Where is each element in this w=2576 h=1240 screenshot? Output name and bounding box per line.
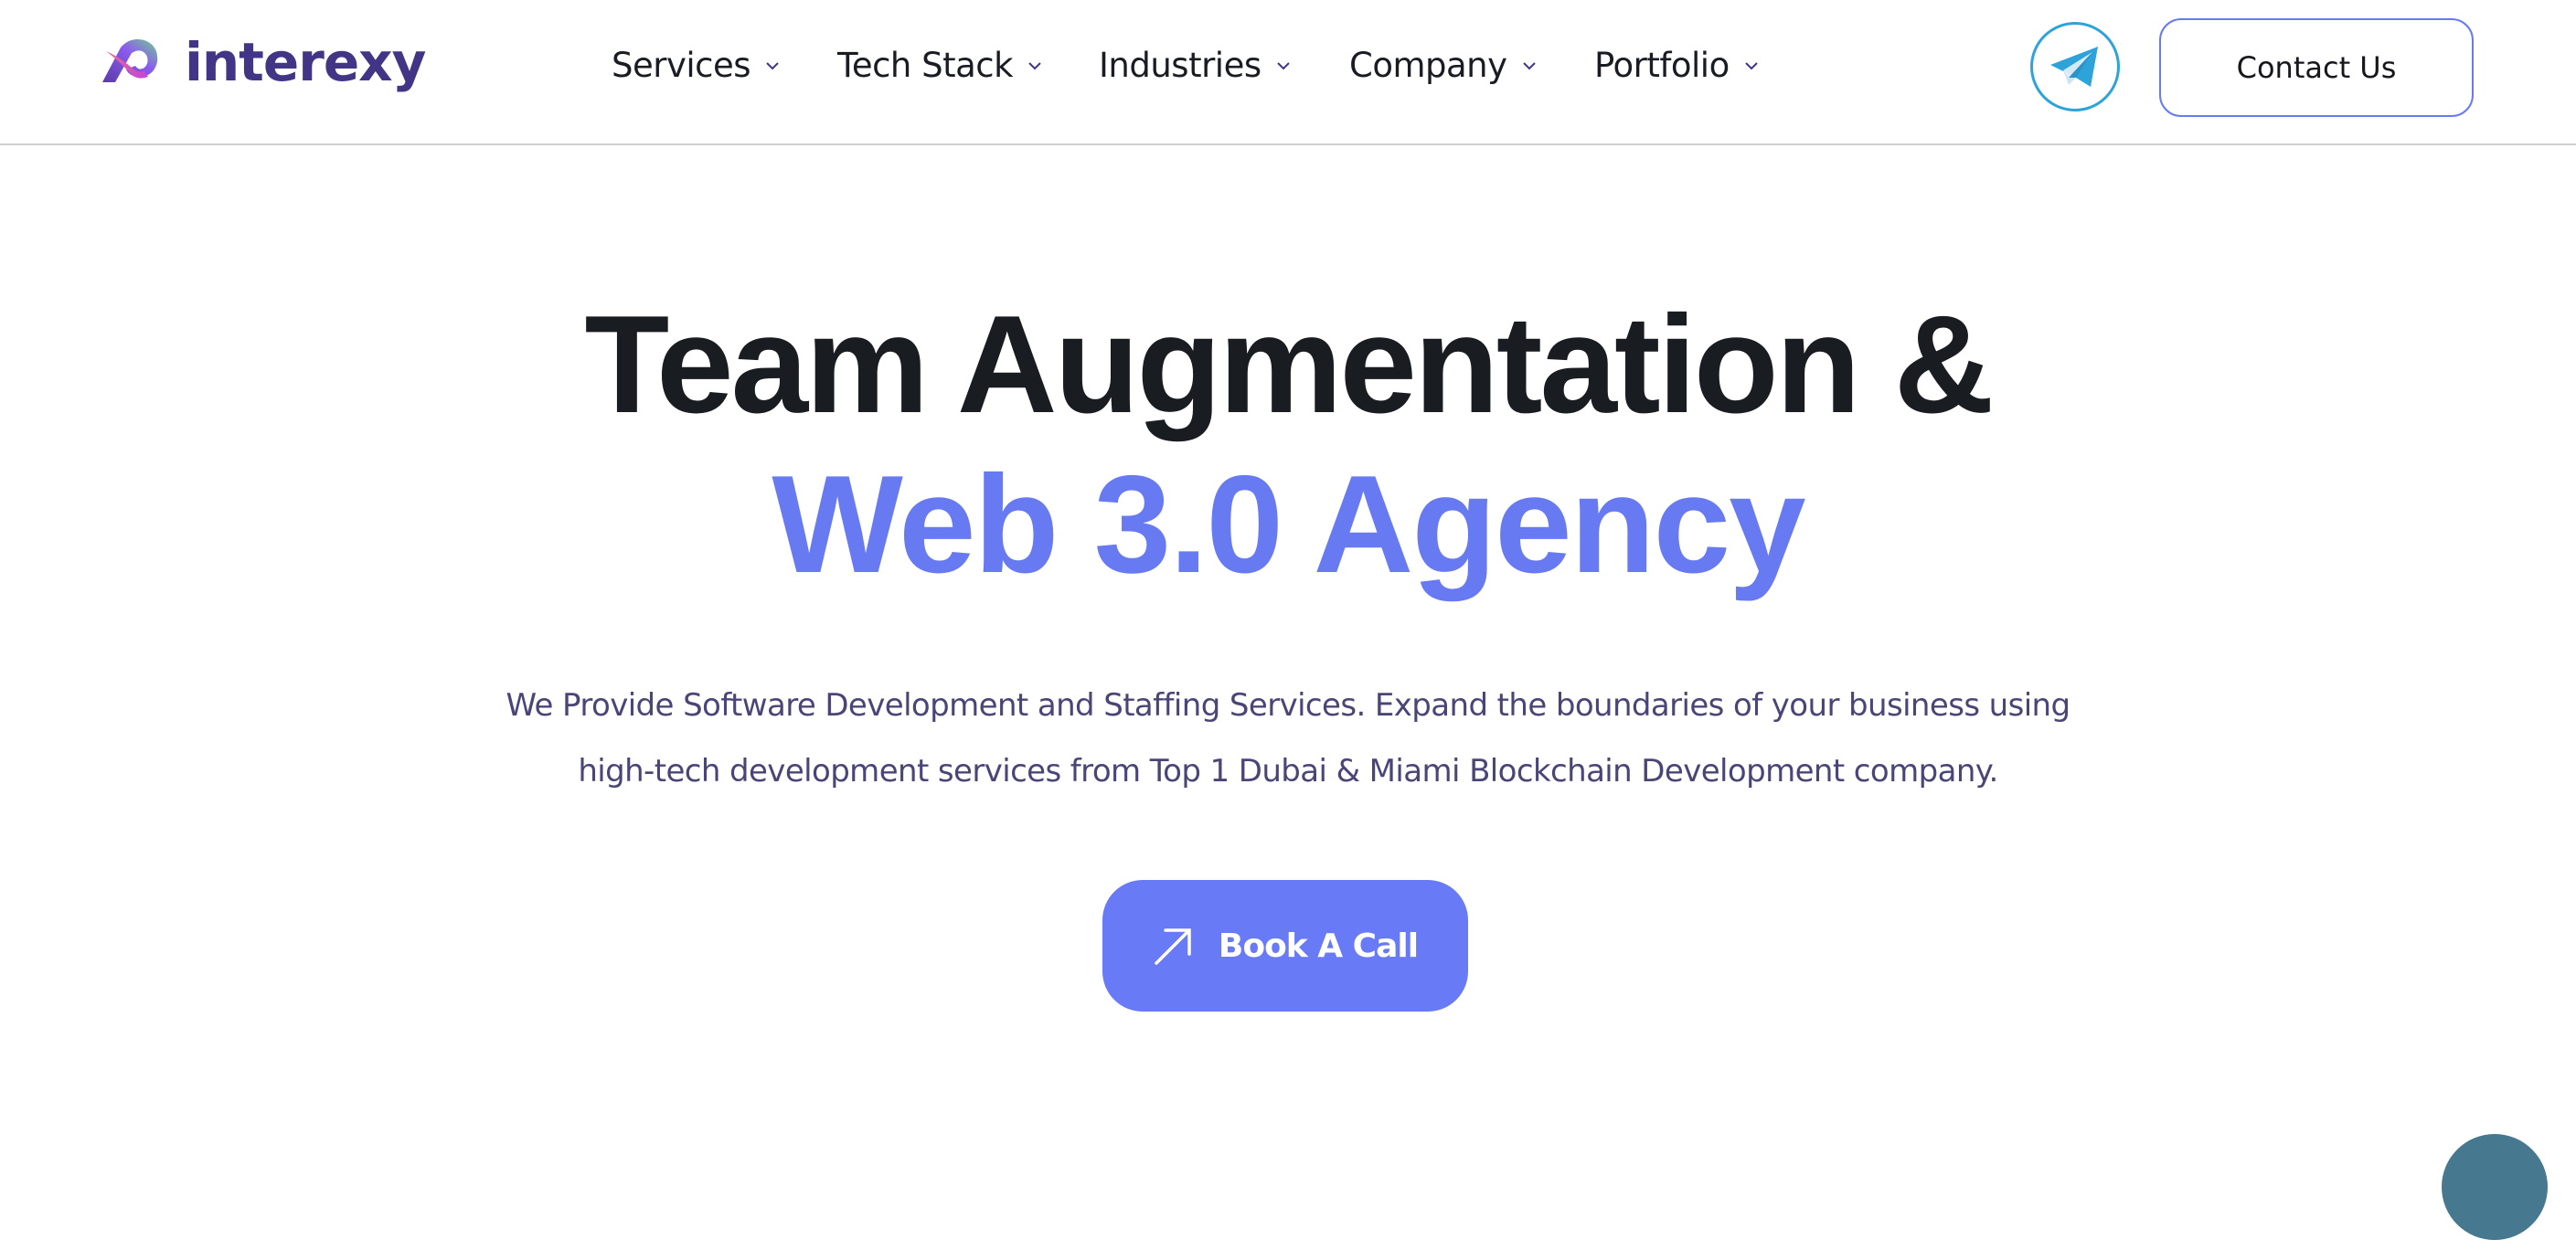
nav-label: Company	[1349, 46, 1507, 85]
contact-us-button[interactable]: Contact Us	[2159, 18, 2474, 117]
nav-label: Industries	[1099, 46, 1261, 85]
nav-item-industries[interactable]: Industries	[1099, 46, 1291, 85]
telegram-button[interactable]	[2030, 22, 2120, 111]
hero-description-line1: We Provide Software Development and Staf…	[506, 687, 2071, 724]
logo-text: interexy	[185, 31, 426, 93]
nav-label: Tech Stack	[837, 46, 1014, 85]
chevron-down-icon	[1276, 61, 1290, 69]
chat-widget-button[interactable]	[2442, 1134, 2548, 1240]
hero-title-line2: Web 3.0 Agency	[772, 447, 1805, 602]
nav-item-company[interactable]: Company	[1349, 46, 1537, 85]
chevron-down-icon	[1745, 61, 1758, 69]
book-a-call-button[interactable]: Book A Call	[1102, 880, 1468, 1012]
logo[interactable]: interexy	[99, 31, 426, 93]
nav-item-portfolio[interactable]: Portfolio	[1594, 46, 1759, 85]
telegram-icon	[2050, 47, 2098, 87]
nav-label: Services	[612, 46, 751, 85]
nav-label: Portfolio	[1594, 46, 1730, 85]
arrow-up-right-icon	[1155, 928, 1191, 965]
chevron-down-icon	[1522, 61, 1536, 69]
site-header: interexy Services Tech Stack Industries …	[0, 0, 2576, 145]
hero-title-line1: Team Augmentation &	[584, 287, 1994, 442]
chevron-down-icon	[1028, 61, 1041, 69]
chevron-down-icon	[766, 61, 779, 69]
book-a-call-label: Book A Call	[1218, 927, 1419, 965]
interexy-logo-icon	[102, 39, 158, 82]
nav-item-services[interactable]: Services	[612, 46, 780, 85]
nav-item-tech-stack[interactable]: Tech Stack	[837, 46, 1042, 85]
hero-description-line2: high-tech development services from Top …	[578, 753, 1998, 790]
